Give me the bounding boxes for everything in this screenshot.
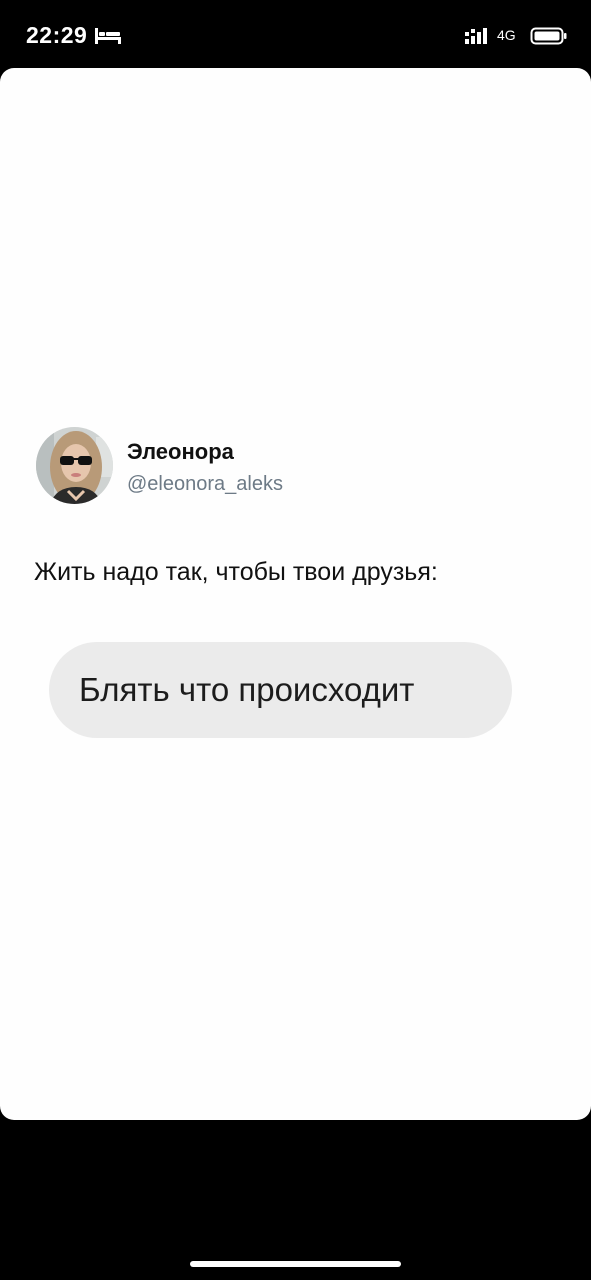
tweet-text: Жить надо так, чтобы твои друзья: [34,558,438,586]
phone-screen: 22:29 4G Элеонора @eleonora_aleks Жить н… [0,0,591,1280]
avatar[interactable] [36,427,113,504]
avatar-image [36,427,113,504]
message-bubble: Блять что происходит [49,642,512,738]
display-name[interactable]: Элеонора [127,439,234,465]
tweet: Элеонора @eleonora_aleks Жить надо так, … [0,68,591,1120]
content-card: Элеонора @eleonora_aleks Жить надо так, … [0,68,591,1120]
status-bar: 22:29 4G [0,0,591,68]
user-handle[interactable]: @eleonora_aleks [127,473,283,496]
home-indicator[interactable] [190,1261,401,1267]
battery-icon [530,27,567,45]
bed-icon [95,28,121,44]
signal-icon [465,28,487,44]
network-label: 4G [497,27,516,43]
status-time: 22:29 [26,22,88,48]
bubble-text: Блять что происходит [79,671,415,708]
